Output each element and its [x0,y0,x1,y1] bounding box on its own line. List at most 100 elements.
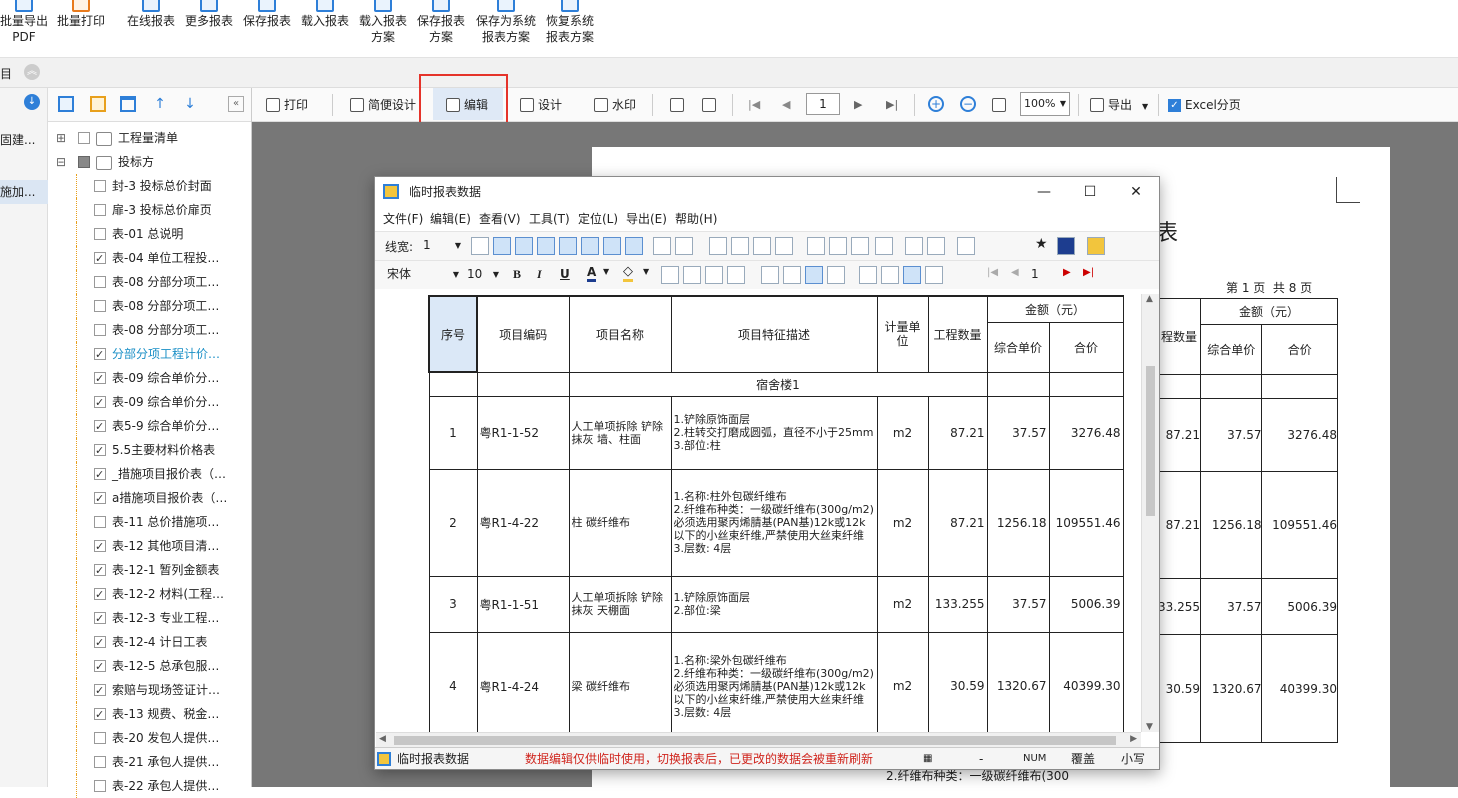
menu-edit[interactable]: 编辑(E) [430,207,471,231]
grid-icon[interactable] [905,237,923,255]
italic-button[interactable]: I [537,267,542,282]
valign-top-icon[interactable] [859,266,877,284]
tree-item[interactable]: 表-21 承包人提供… [48,750,252,774]
tree-item[interactable]: _措施项目报价表（… [48,462,252,487]
valign-middle-icon[interactable] [881,266,899,284]
border-all-icon[interactable] [625,237,643,255]
menu-locate[interactable]: 定位(L) [578,207,618,231]
tree-item[interactable]: 表-13 规费、税金… [48,702,252,727]
justify-icon[interactable] [761,266,779,284]
tree-checkbox[interactable] [94,323,106,336]
tree-checkbox[interactable] [94,755,106,768]
scroll-right-icon[interactable]: ▶ [1130,734,1137,744]
cell-name[interactable]: 人工单项拆除 铲除抹灰 天棚面 [568,575,672,633]
collapse-up-icon[interactable]: ︽ [24,64,40,80]
border-bottom-icon[interactable] [559,237,577,255]
left-nav-item-1[interactable]: 固建... [0,130,48,150]
record-page-input[interactable]: 1 [1031,267,1039,281]
expand-icon[interactable]: ⊞ [56,126,70,150]
tree-checkbox[interactable] [94,631,106,655]
tree-item[interactable]: ⊞ 工程量清单 [48,126,252,150]
more-reports-button[interactable]: 更多报表 [182,0,236,29]
tree-item[interactable]: 表-12-3 专业工程… [48,606,252,631]
header-code[interactable]: 项目编码 [476,295,570,373]
tree-item[interactable]: 表-09 综合单价分… [48,366,252,391]
header-name[interactable]: 项目名称 [568,295,672,373]
tree-checkbox[interactable] [94,275,106,288]
cell-qty[interactable]: 87.21 [927,468,988,577]
tree-checkbox[interactable] [94,227,106,240]
tree-item[interactable]: 表-12-4 计日工表 [48,630,252,655]
tree-item[interactable]: ⊟ 投标方 [48,150,252,174]
settings-icon[interactable] [1087,237,1105,255]
restore-system-scheme-button[interactable]: 恢复系统 报表方案 [542,0,598,45]
tree-item[interactable]: 表-12-2 材料(工程… [48,582,252,607]
tree-item[interactable]: 表-08 分部分项工… [48,318,252,342]
tree-checkbox[interactable] [94,655,106,679]
tree-checkbox[interactable] [94,559,106,583]
fork-icon[interactable] [875,237,893,255]
move-down-icon[interactable]: ↓ [182,96,198,112]
tree-checkbox[interactable] [94,247,106,271]
hscroll-thumb[interactable] [394,736,1116,745]
header-qty[interactable]: 工程数量 [927,295,988,373]
tree-item[interactable]: 封-3 投标总价封面 [48,174,252,198]
tree-item[interactable]: 表-08 分部分项工… [48,294,252,318]
collapse-panel-icon[interactable]: « [228,96,244,112]
cell-seq[interactable]: 1 [428,395,478,470]
underline-button[interactable]: U [560,267,570,281]
header-unit[interactable]: 计量单位 [876,295,929,373]
delete-icon[interactable] [120,96,136,112]
cell-style-icon[interactable] [683,266,701,284]
cell-unit-price[interactable]: 37.57 [986,395,1050,470]
tree-item[interactable]: 5.5主要材料价格表 [48,438,252,463]
scroll-left-icon[interactable]: ◀ [379,734,386,744]
cell-unit[interactable]: m2 [876,575,929,633]
border-top-icon[interactable] [537,237,555,255]
tree-item[interactable]: 表-08 分部分项工… [48,270,252,294]
split-cells-icon[interactable] [731,237,749,255]
merge-cells-icon[interactable] [709,237,727,255]
font-size-select[interactable]: 10 ▼ [463,265,501,286]
tree-checkbox[interactable] [94,535,106,559]
cell-total[interactable]: 40399.30 [1048,631,1124,732]
filter-icon[interactable] [851,237,869,255]
tree-item[interactable]: 表-01 总说明 [48,222,252,246]
scroll-thumb[interactable] [1146,366,1155,516]
tree-checkbox[interactable] [94,415,106,439]
menu-tools[interactable]: 工具(T) [529,207,570,231]
tree-item[interactable]: 表-20 发包人提供… [48,726,252,750]
left-nav-item-2[interactable]: 施加... [0,180,48,204]
tree-item[interactable]: 表-22 承包人提供… [48,774,252,798]
grid-2-icon[interactable] [927,237,945,255]
tree-checkbox[interactable] [94,607,106,631]
cell-name[interactable]: 柱 碳纤维布 [568,468,672,577]
add-folder-icon[interactable] [90,96,106,112]
border-none-icon[interactable] [471,237,489,255]
group-row[interactable]: 宿舍楼1 [568,371,988,397]
load-report-scheme-button[interactable]: 载入报表 方案 [356,0,410,45]
header-total[interactable]: 合价 [1048,321,1124,373]
tree-item[interactable]: 表-12 其他项目清… [48,534,252,559]
delete-row-icon[interactable] [775,237,793,255]
diagonal-up-icon[interactable] [675,237,693,255]
edit-button[interactable]: 编辑 [446,96,488,114]
valign-center-icon[interactable] [903,266,921,284]
save-report-scheme-button[interactable]: 保存报表 方案 [414,0,468,45]
cell-feature[interactable]: 1.铲除原饰面层 2.柱转交打磨成圆弧，直径不小于25mm 3.部位:柱 [670,395,878,470]
watermark-button[interactable]: 水印 [594,96,636,114]
cell-unit[interactable]: m2 [876,468,929,577]
simple-design-button[interactable]: 简便设计 [350,96,416,114]
cell-code[interactable]: 粤R1-1-51 [476,575,570,633]
add-report-icon[interactable] [58,96,74,112]
online-report-button[interactable]: 在线报表 [124,0,178,29]
insert-col-icon[interactable] [807,237,825,255]
header-unit-price[interactable]: 综合单价 [986,321,1050,373]
cell-qty[interactable]: 30.59 [927,631,988,732]
tree-item[interactable]: 分部分项工程计价… [48,342,252,367]
save-as-system-scheme-button[interactable]: 保存为系统 报表方案 [472,0,540,45]
tree-checkbox[interactable] [94,299,106,312]
tree-checkbox[interactable] [78,155,90,168]
tree-item[interactable]: 表-11 总价措施项… [48,510,252,534]
menu-help[interactable]: 帮助(H) [675,207,717,231]
